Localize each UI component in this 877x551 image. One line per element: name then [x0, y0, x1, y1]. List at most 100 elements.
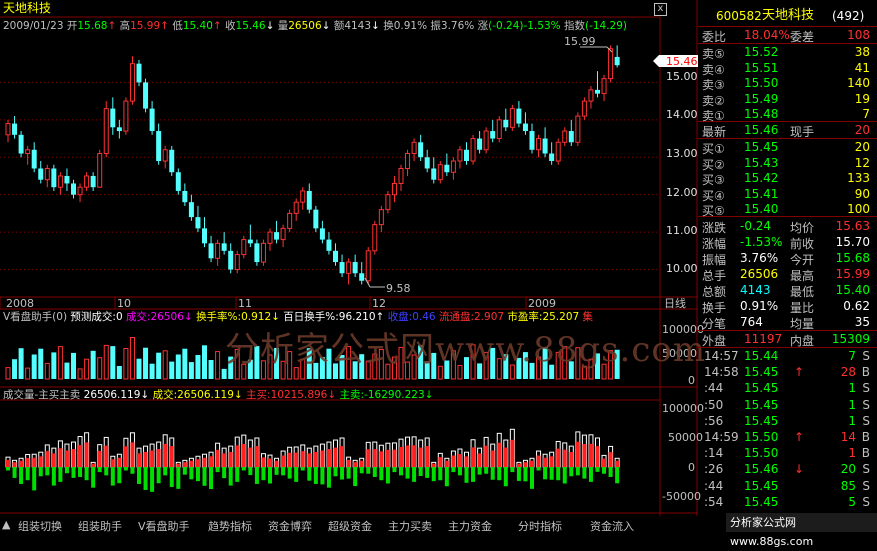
stat-row: 振幅 3.76% 今开 15.68 [702, 250, 874, 267]
bid-row: 买⑤ 15.40 100 [702, 201, 874, 218]
bid-volume: 12 [854, 155, 870, 170]
candle-body [457, 149, 463, 162]
candle-body [614, 56, 620, 66]
candle-body [287, 212, 293, 229]
watermark: 分析家公式网www.88gs.com [225, 330, 707, 370]
candle-body [608, 48, 614, 80]
stat-row: 涨跌 -0.24 均价 15.63 [702, 218, 874, 235]
mainsell-bar [25, 467, 30, 481]
mainsell-bar [97, 467, 102, 473]
stat-value: 15.68 [835, 251, 870, 265]
mainbuy-bar [137, 453, 141, 467]
candle-body [103, 108, 109, 155]
bid-row: 买④ 15.41 90 [702, 186, 874, 203]
mainbuy-bar [510, 439, 515, 467]
trade-row: :14 15.50 1 B [700, 446, 874, 462]
mainsell-bar [366, 467, 371, 474]
volume-bar [51, 352, 57, 379]
candle-body [123, 100, 129, 132]
mainsell-bar [104, 467, 109, 476]
mainbuy-bar [412, 445, 417, 467]
mainsell-bar [615, 467, 620, 484]
stat-label: 分笔 [702, 317, 727, 331]
indicator2-header: 成交量-主买主卖 26506.119↓ 成交:26506.119↓ 主买:102… [3, 389, 433, 402]
candle-body [385, 194, 391, 211]
bid-price: 15.43 [744, 155, 779, 170]
price-tick: 10.00 [666, 262, 698, 275]
candle-body [274, 232, 280, 240]
tab-scroll[interactable]: ▲ [2, 518, 10, 531]
volume-bar [90, 350, 96, 379]
mainbuy-bar [78, 445, 83, 467]
indicator2-item: 主卖:-16290.223↓ [339, 389, 434, 401]
trade-volume: 1 [848, 397, 856, 412]
mainbuy-bar [104, 445, 109, 467]
candle-body [306, 190, 312, 210]
mainbuy-bar [215, 449, 220, 467]
candle-body [293, 201, 299, 214]
candle-body [431, 168, 437, 180]
mainsell-bar [222, 467, 227, 479]
trade-time: 14:57 [704, 349, 739, 363]
stat-label: 均量 [790, 317, 815, 331]
volume-bar [116, 366, 122, 379]
mainbuy-bar [353, 462, 358, 467]
indicator2-item: 26506.119↓ [83, 389, 150, 401]
mainsell-bar [392, 467, 397, 473]
min-price-annotation: 9.58 [386, 282, 411, 295]
trade-price: 15.50 [744, 430, 779, 444]
candle-body [365, 250, 371, 282]
kline-chart[interactable] [0, 0, 698, 516]
volume-bar [64, 362, 70, 379]
mainbuy-bar [602, 458, 607, 467]
mainsell-bar [353, 467, 358, 487]
stat-value: 0.91% [740, 299, 779, 313]
mainsell-bar [569, 467, 574, 477]
mainbuy-bar [562, 449, 567, 467]
trade-side: S [862, 349, 870, 363]
trade-volume: 14 [840, 430, 856, 444]
mainsell-bar [418, 467, 423, 477]
candle-body [84, 175, 90, 188]
mainbuy-bar [346, 459, 351, 467]
mainsell-bar [71, 467, 76, 478]
candle-body [300, 190, 306, 203]
mainbuy-bar [58, 448, 63, 467]
mainsell-bar [156, 467, 161, 484]
period-label[interactable]: 日线 [664, 297, 686, 310]
candle-body [228, 250, 234, 270]
candle-body [90, 175, 96, 188]
mainsell-bar [313, 467, 318, 484]
mainsell-bar [444, 467, 449, 487]
stock-name: 天地科技 [762, 8, 815, 23]
candle-body [405, 153, 411, 169]
mainsell-bar [110, 467, 115, 486]
mainbuy-bar [19, 460, 24, 467]
stock-title: 天地科技 [3, 1, 52, 15]
mainsell-bar [176, 467, 181, 489]
candle-body [568, 131, 574, 143]
volume-bar [57, 346, 63, 380]
bid-volume: 90 [854, 186, 870, 201]
volume-bar [110, 346, 116, 379]
trade-volume: 5 [848, 494, 856, 509]
trade-time: :56 [704, 413, 724, 428]
candle-body [319, 228, 325, 240]
mainsell-bar [12, 467, 17, 478]
candle-body [470, 138, 476, 162]
trade-side: S [862, 494, 870, 509]
close-button[interactable]: x [654, 3, 667, 16]
candle-body [398, 167, 404, 184]
trade-time: :44 [704, 381, 724, 396]
mb-axis-tick: -50000 [662, 490, 701, 503]
current-price-tag: 15.46 [666, 55, 698, 68]
ask-volume: 41 [854, 60, 870, 75]
quote-panel: 600582 天地科技 (492) 委比 18.04% 委差 108 最新 15… [698, 0, 877, 532]
mainbuy-bar [274, 460, 279, 467]
vol-value: 26506 [288, 20, 322, 32]
stat-row: 换手 0.91% 量比 0.62 [702, 298, 874, 315]
mainbuy-bar [84, 442, 89, 467]
trade-time: :44 [704, 478, 724, 493]
mainsell-bar [19, 467, 24, 484]
mainbuy-bar [399, 446, 403, 467]
